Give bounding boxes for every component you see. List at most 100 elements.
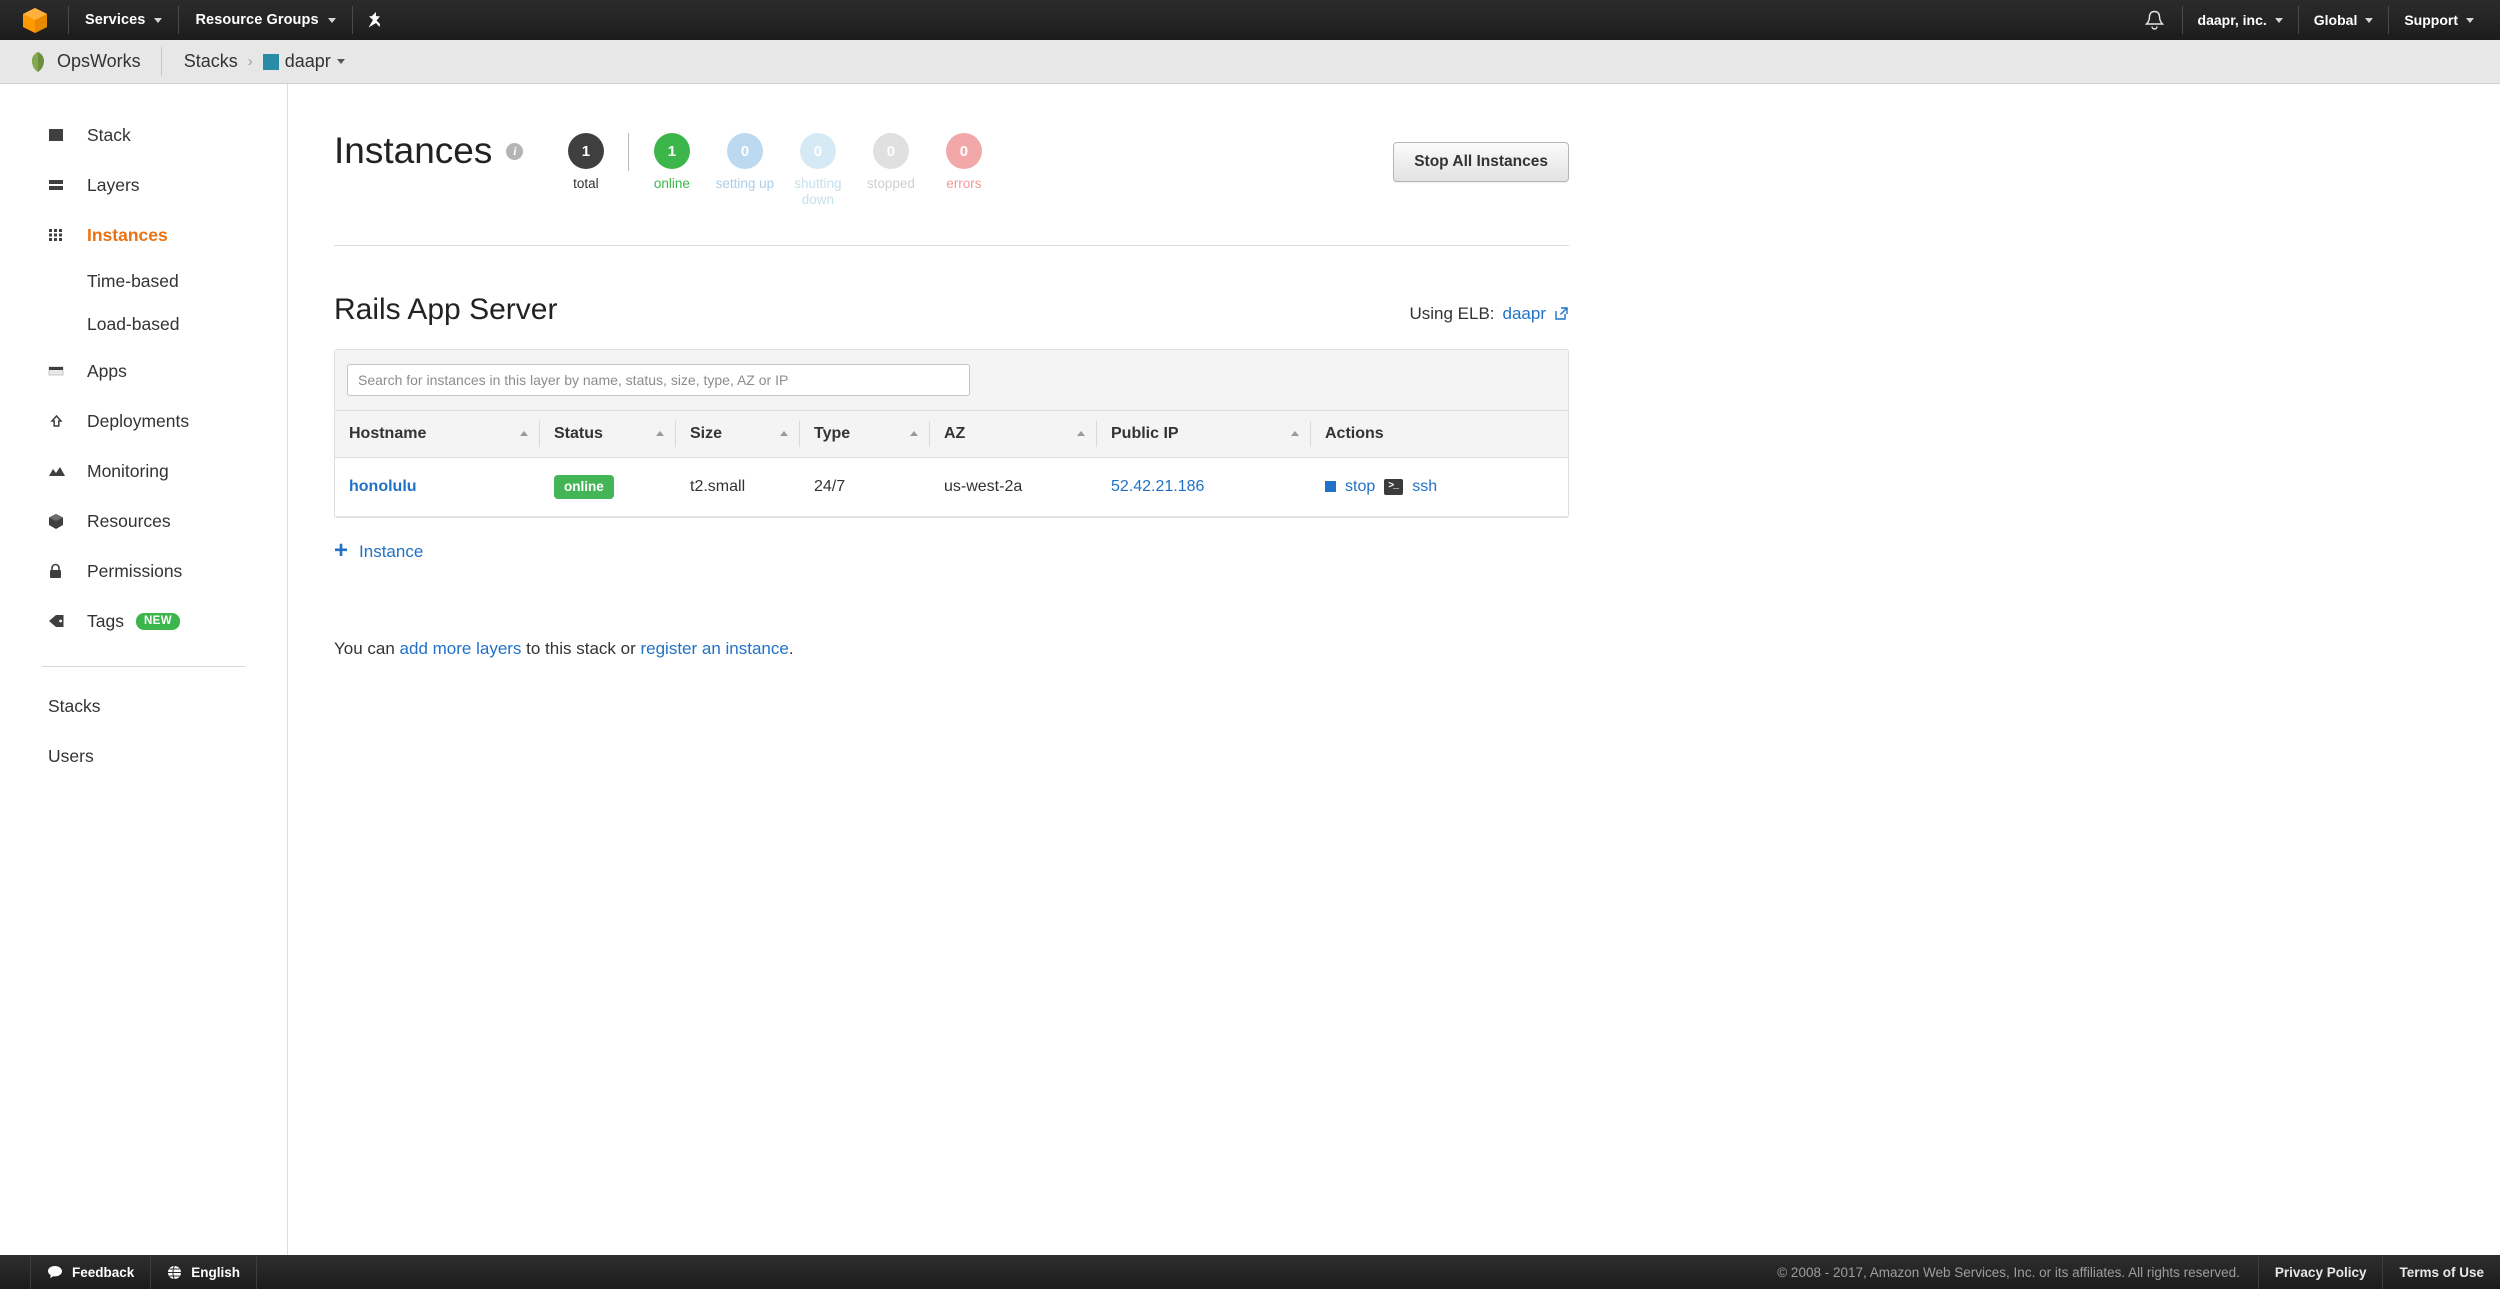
sidebar-item-label: Instances [87,224,168,245]
chevron-down-icon [327,17,336,23]
pin-icon [368,12,380,28]
opsworks-home-link[interactable]: OpsWorks [0,40,161,83]
counter-setting-up[interactable]: 0 setting up [708,133,781,192]
sidebar-item-label: Resources [87,510,171,531]
counter-value: 1 [567,133,604,169]
speech-bubble-icon [48,1266,62,1278]
ssh-instance-link[interactable]: ssh [1412,478,1437,496]
cell-status: online [540,457,676,517]
lock-icon [48,563,70,580]
sidebar-item-label: Layers [87,174,140,195]
plus-icon: + [334,536,349,564]
sidebar-item-label: Apps [87,360,127,381]
counter-errors[interactable]: 0 errors [927,133,1000,192]
column-label: Hostname [349,424,427,442]
sidebar-item-tags[interactable]: Tags NEW [0,596,287,646]
chevron-down-icon [2274,17,2283,23]
status-badge: online [554,474,614,499]
chevron-down-icon [336,59,345,64]
external-link-icon[interactable] [1554,306,1569,321]
chevron-down-icon [2365,17,2374,23]
feedback-button[interactable]: Feedback [30,1255,152,1289]
sidebar-item-apps[interactable]: Apps [0,346,287,396]
sidebar-item-time-based[interactable]: Time-based [0,260,287,303]
cell-size: t2.small [676,457,800,517]
add-more-layers-link[interactable]: add more layers [400,639,522,658]
counter-label: online [653,176,690,191]
add-instance-button[interactable]: + Instance [334,536,1569,564]
instance-hostname-link[interactable]: honolulu [349,478,417,495]
sidebar-item-users[interactable]: Users [0,731,287,781]
aws-cube-icon [23,7,47,33]
terms-of-use-link[interactable]: Terms of Use [2382,1255,2500,1289]
column-header-hostname[interactable]: Hostname [335,410,540,458]
cell-type: 24/7 [800,457,930,517]
elb-link[interactable]: daapr [1503,304,1546,324]
sidebar-item-layers[interactable]: Layers [0,160,287,210]
language-label: English [191,1264,241,1280]
column-label: AZ [944,424,966,442]
help-prefix: You can [334,638,400,658]
page-body: Stack Layers Instances Time-based Load-b… [0,84,2500,1255]
pin-shortcut-button[interactable] [353,0,395,40]
region-menu[interactable]: Global [2299,0,2389,40]
breadcrumb-separator: › [247,53,253,70]
counter-value: 0 [945,133,982,169]
counter-value: 1 [653,133,690,169]
sidebar-item-resources[interactable]: Resources [0,496,287,546]
stop-square-icon[interactable] [1325,481,1336,493]
status-badge-new: NEW [135,612,180,630]
sidebar-item-deployments[interactable]: Deployments [0,396,287,446]
footer-right: © 2008 - 2017, Amazon Web Services, Inc.… [1759,1255,2500,1289]
terminal-icon[interactable]: >_ [1384,478,1404,495]
column-header-size[interactable]: Size [676,410,800,458]
breadcrumb-stack-menu[interactable]: daapr [262,51,345,72]
counter-label: errors [946,176,982,191]
column-header-az[interactable]: AZ [930,410,1097,458]
stop-all-instances-button[interactable]: Stop All Instances [1393,142,1569,182]
table-header-row: Hostname Status Size Type AZ Public IP A… [335,410,1568,458]
sidebar-item-permissions[interactable]: Permissions [0,546,287,596]
column-label: Public IP [1111,424,1179,442]
register-instance-link[interactable]: register an instance [640,639,788,658]
notifications-button[interactable] [2127,0,2182,40]
resource-groups-menu[interactable]: Resource Groups [179,0,351,40]
sidebar-item-monitoring[interactable]: Monitoring [0,446,287,496]
help-text: You can add more layers to this stack or… [334,639,1569,659]
instances-table: Hostname Status Size Type AZ Public IP A… [335,410,1568,517]
counter-stopped[interactable]: 0 stopped [854,133,927,192]
account-label: daapr, inc. [2197,12,2267,28]
breadcrumb-stacks-link[interactable]: Stacks [184,51,238,72]
counter-shutting-down[interactable]: 0 shutting down [781,133,854,208]
sidebar-item-label: Deployments [87,410,190,431]
globe-icon [168,1265,182,1279]
instances-table-card: Hostname Status [334,348,1569,518]
column-header-public-ip[interactable]: Public IP [1097,410,1311,458]
stop-instance-link[interactable]: stop [1345,478,1375,496]
sidebar-item-instances[interactable]: Instances [0,210,287,260]
counter-online[interactable]: 1 online [635,133,708,192]
account-menu[interactable]: daapr, inc. [2183,0,2298,40]
sidebar-item-stacks[interactable]: Stacks [0,681,287,731]
add-instance-label: Instance [359,541,424,561]
column-header-status[interactable]: Status [540,410,676,458]
search-input[interactable] [347,363,970,396]
privacy-policy-link[interactable]: Privacy Policy [2257,1255,2383,1289]
chevron-down-icon [2466,17,2474,23]
info-icon[interactable]: i [506,143,524,160]
sidebar-item-load-based[interactable]: Load-based [0,303,287,346]
breadcrumb-stack-name: daapr [284,51,331,71]
services-menu[interactable]: Services [69,0,178,40]
public-ip-link[interactable]: 52.42.21.186 [1111,478,1204,495]
sidebar-item-label: Monitoring [87,460,169,481]
column-header-type[interactable]: Type [800,410,930,458]
sort-ascending-icon [780,431,788,437]
support-menu[interactable]: Support [2389,0,2500,40]
table-head: Hostname Status Size Type AZ Public IP A… [335,410,1568,458]
layer-title: Rails App Server [334,292,558,326]
language-button[interactable]: English [151,1255,258,1289]
copyright-text: © 2008 - 2017, Amazon Web Services, Inc.… [1777,1264,2240,1280]
counter-total[interactable]: 1 total [549,133,622,192]
aws-logo[interactable] [0,0,68,40]
sidebar-item-stack[interactable]: Stack [0,110,287,160]
